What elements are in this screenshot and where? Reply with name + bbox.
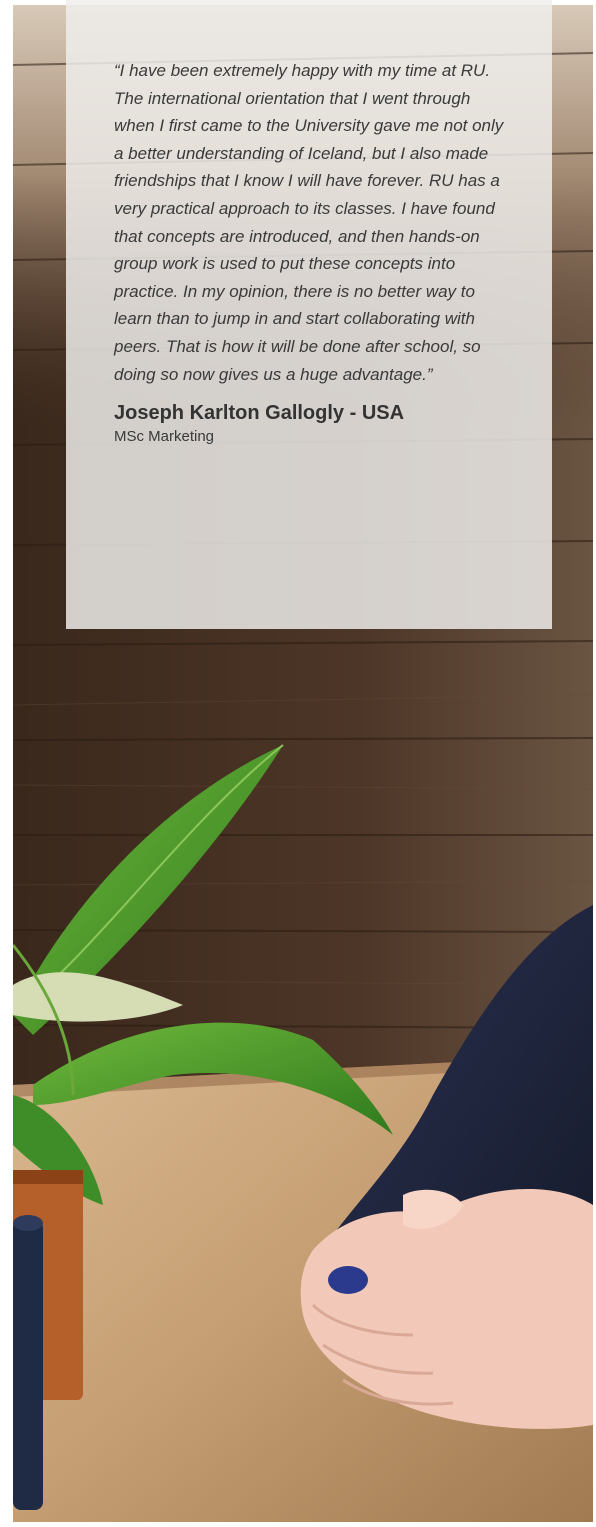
testimonial-section: “I have been extremely happy with my tim…	[0, 0, 596, 1527]
testimonial-program: MSc Marketing	[114, 428, 215, 446]
testimonial-quote: “I have been extremely happy with my tim…	[114, 61, 504, 384]
testimonial-author: Joseph Karlton Gallogly - USA	[114, 402, 405, 425]
testimonial-card: “I have been extremely happy with my tim…	[66, 0, 552, 629]
